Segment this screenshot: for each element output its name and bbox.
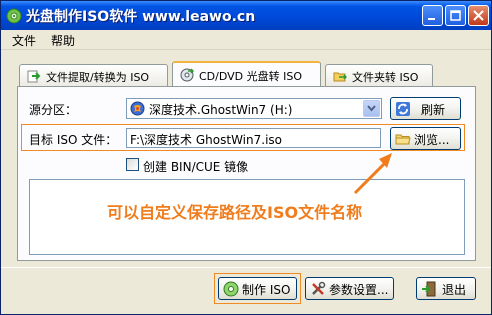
target-path-value: F:\深度技术 GhostWin7.iso [130, 133, 282, 147]
annotation-text: 可以自定义保存路径及ISO文件名称 [107, 203, 363, 222]
source-dropdown[interactable]: 深度技术.GhostWin7 (H:) [126, 98, 382, 119]
main-window: 光盘制作ISO软件 www.leawo.cn 文件 帮助 文件提取/转换为 IS… [0, 0, 492, 315]
settings-label: 参数设置... [329, 283, 389, 297]
exit-button[interactable]: 退出 [416, 277, 476, 300]
refresh-button[interactable]: 刷新 [390, 97, 461, 120]
bin-cue-label: 创建 BIN/CUE 镜像 [143, 160, 249, 174]
target-label: 目标 ISO 文件： [29, 133, 118, 147]
exit-door-icon [421, 281, 437, 297]
menu-bar: 文件 帮助 [1, 30, 491, 50]
folder-icon [395, 131, 411, 147]
refresh-icon [395, 101, 411, 117]
tab-file-extract-label: 文件提取/转换为 ISO [46, 71, 150, 84]
annotation-arrow-icon [353, 153, 392, 195]
tab-folder-label: 文件夹转 ISO [352, 71, 419, 84]
minimize-button[interactable] [422, 5, 443, 26]
green-arrow-icon [27, 69, 41, 83]
bottom-divider [1, 267, 491, 268]
close-button[interactable] [468, 5, 489, 26]
menu-file[interactable]: 文件 [12, 32, 36, 49]
drive-icon [130, 101, 145, 116]
target-path-input[interactable]: F:\深度技术 GhostWin7.iso [126, 128, 381, 148]
tools-icon [310, 281, 326, 297]
disc-icon [180, 68, 195, 82]
menu-help[interactable]: 帮助 [51, 32, 75, 49]
title-bar[interactable]: 光盘制作ISO软件 www.leawo.cn [1, 1, 491, 30]
chevron-down-icon[interactable] [363, 100, 380, 117]
tab-cd-dvd-label: CD/DVD 光盘转 ISO [199, 70, 303, 83]
make-iso-label: 制作 ISO [242, 283, 291, 297]
settings-button[interactable]: 参数设置... [305, 277, 394, 300]
refresh-label: 刷新 [421, 103, 446, 117]
folder-arrow-icon [333, 69, 348, 83]
bin-cue-checkbox[interactable] [126, 158, 139, 171]
disc-app-icon [6, 8, 22, 24]
maximize-button[interactable] [445, 5, 466, 26]
tab-folder[interactable]: 文件夹转 ISO [325, 64, 433, 86]
window-title: 光盘制作ISO软件 www.leawo.cn [26, 9, 256, 25]
source-selected-value: 深度技术.GhostWin7 (H:) [149, 103, 293, 117]
browse-label: 浏览... [414, 133, 450, 147]
make-iso-button[interactable]: 制作 ISO [218, 277, 297, 300]
tab-cd-dvd[interactable]: CD/DVD 光盘转 ISO [172, 61, 321, 86]
exit-label: 退出 [442, 283, 467, 297]
source-label: 源分区： [29, 103, 78, 117]
tab-file-extract[interactable]: 文件提取/转换为 ISO [19, 64, 168, 86]
disc-burn-icon [223, 281, 239, 297]
